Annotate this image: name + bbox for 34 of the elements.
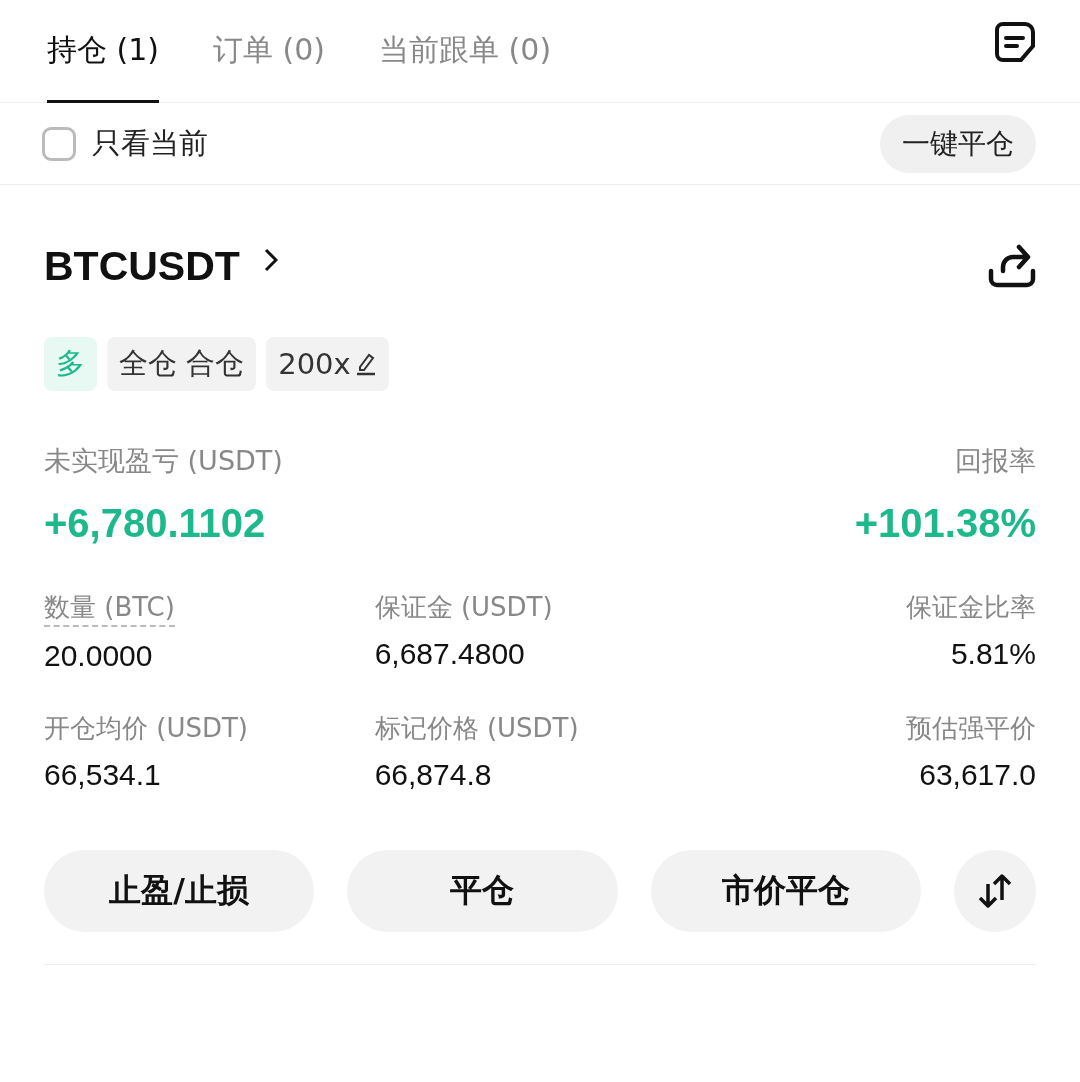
metric-label: 标记价格 (USDT) xyxy=(374,712,579,745)
close-all-button[interactable]: 一键平仓 xyxy=(880,114,1036,173)
action-button[interactable]: 市价平仓 xyxy=(650,850,921,932)
edit-icon[interactable] xyxy=(354,352,377,376)
leverage-tag[interactable]: 200x xyxy=(266,337,389,391)
metric-label: 预估强平价 xyxy=(906,712,1036,745)
margin-mode-tag: 全仓 合仓 xyxy=(107,337,257,391)
notes-icon[interactable] xyxy=(994,21,1036,63)
metric-label: 开仓均价 (USDT) xyxy=(44,712,248,745)
metric-label[interactable]: 数量 (BTC) xyxy=(44,590,175,627)
action-button[interactable]: 平仓 xyxy=(347,850,618,932)
side-tag: 多 xyxy=(44,337,97,391)
chevron-right-icon[interactable] xyxy=(263,248,278,272)
pnl-label: 未实现盈亏 (USDT) xyxy=(44,444,283,478)
metric-label: 保证金 (USDT) xyxy=(374,591,553,624)
metric-value: 5.81% xyxy=(950,637,1036,671)
metric-value: 66,874.8 xyxy=(374,758,492,792)
metric-value: 63,617.0 xyxy=(919,758,1036,792)
share-icon[interactable] xyxy=(988,243,1036,289)
return-rate-label: 回报率 xyxy=(955,444,1036,478)
pnl-value: +6,780.1102 xyxy=(44,501,266,546)
action-button[interactable]: 止盈/止损 xyxy=(44,850,315,932)
tab[interactable]: 持仓 (1) xyxy=(47,0,160,103)
metric-value: 66,534.1 xyxy=(44,758,161,792)
tab[interactable]: 订单 (0) xyxy=(213,0,326,103)
checkbox[interactable] xyxy=(42,126,76,161)
metric-label: 保证金比率 xyxy=(906,591,1036,624)
tab[interactable]: 当前跟单 (0) xyxy=(379,0,552,103)
symbol-title: BTCUSDT xyxy=(44,242,240,290)
metric-value: 20.0000 xyxy=(44,639,153,673)
return-rate-value: +101.38% xyxy=(854,501,1036,546)
metric-value: 6,687.4800 xyxy=(374,637,525,671)
swap-arrows-icon xyxy=(976,872,1014,910)
checkbox-label: 只看当前 xyxy=(92,124,209,162)
